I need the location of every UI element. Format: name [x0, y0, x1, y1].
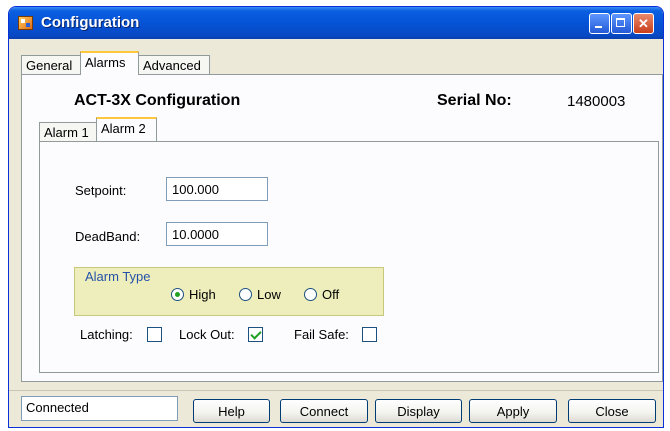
maximize-icon[interactable]	[611, 13, 632, 34]
failsafe-checkbox[interactable]	[362, 327, 377, 342]
deadband-input[interactable]	[166, 222, 268, 246]
config-title: ACT-3X Configuration	[74, 92, 241, 109]
connect-button[interactable]: Connect	[280, 399, 368, 423]
serial-value: 1480003	[567, 93, 626, 110]
deadband-label: DeadBand:	[75, 229, 141, 244]
failsafe-label: Fail Safe:	[294, 327, 349, 342]
close-x-icon[interactable]: ✕	[633, 13, 654, 34]
alarm-type-label: Alarm Type	[85, 269, 151, 284]
display-button[interactable]: Display	[375, 399, 462, 423]
radio-empty-icon[interactable]	[239, 288, 252, 301]
lockout-checkbox[interactable]	[248, 327, 263, 342]
latching-label: Latching:	[80, 327, 133, 342]
bottom-separator	[9, 390, 663, 391]
apply-button[interactable]: Apply	[469, 399, 557, 423]
tab-alarm-1[interactable]: Alarm 1	[39, 122, 97, 141]
radio-selected-icon[interactable]	[171, 288, 184, 301]
radio-low-label: Low	[257, 287, 281, 302]
connection-status: Connected	[21, 396, 178, 421]
alarm-type-group: Alarm Type High Low Off	[74, 267, 384, 316]
configuration-window: Configuration ✕ General Alarms Advanced …	[8, 6, 664, 428]
tab-alarms[interactable]: Alarms	[80, 51, 139, 75]
tab-alarm-2[interactable]: Alarm 2	[96, 117, 157, 141]
setpoint-label: Setpoint:	[75, 183, 127, 198]
radio-high-label: High	[189, 287, 216, 302]
minimize-icon[interactable]	[589, 13, 610, 34]
tab-general[interactable]: General	[21, 55, 81, 74]
alarm-2-panel: Setpoint: DeadBand: Alarm Type High Low …	[39, 141, 659, 373]
radio-empty-icon[interactable]	[304, 288, 317, 301]
help-button[interactable]: Help	[193, 399, 270, 423]
tab-advanced[interactable]: Advanced	[138, 55, 210, 74]
lockout-label: Lock Out:	[179, 327, 235, 342]
latching-checkbox[interactable]	[147, 327, 162, 342]
close-button[interactable]: Close	[568, 399, 656, 423]
serial-label: Serial No:	[437, 92, 512, 109]
radio-off-label: Off	[322, 287, 340, 302]
alarms-tab-panel: ACT-3X Configuration Serial No: 1480003 …	[21, 74, 663, 382]
title-bar[interactable]: Configuration ✕	[9, 7, 663, 39]
app-icon	[18, 16, 33, 30]
window-title: Configuration	[41, 14, 140, 31]
setpoint-input[interactable]	[166, 177, 268, 201]
